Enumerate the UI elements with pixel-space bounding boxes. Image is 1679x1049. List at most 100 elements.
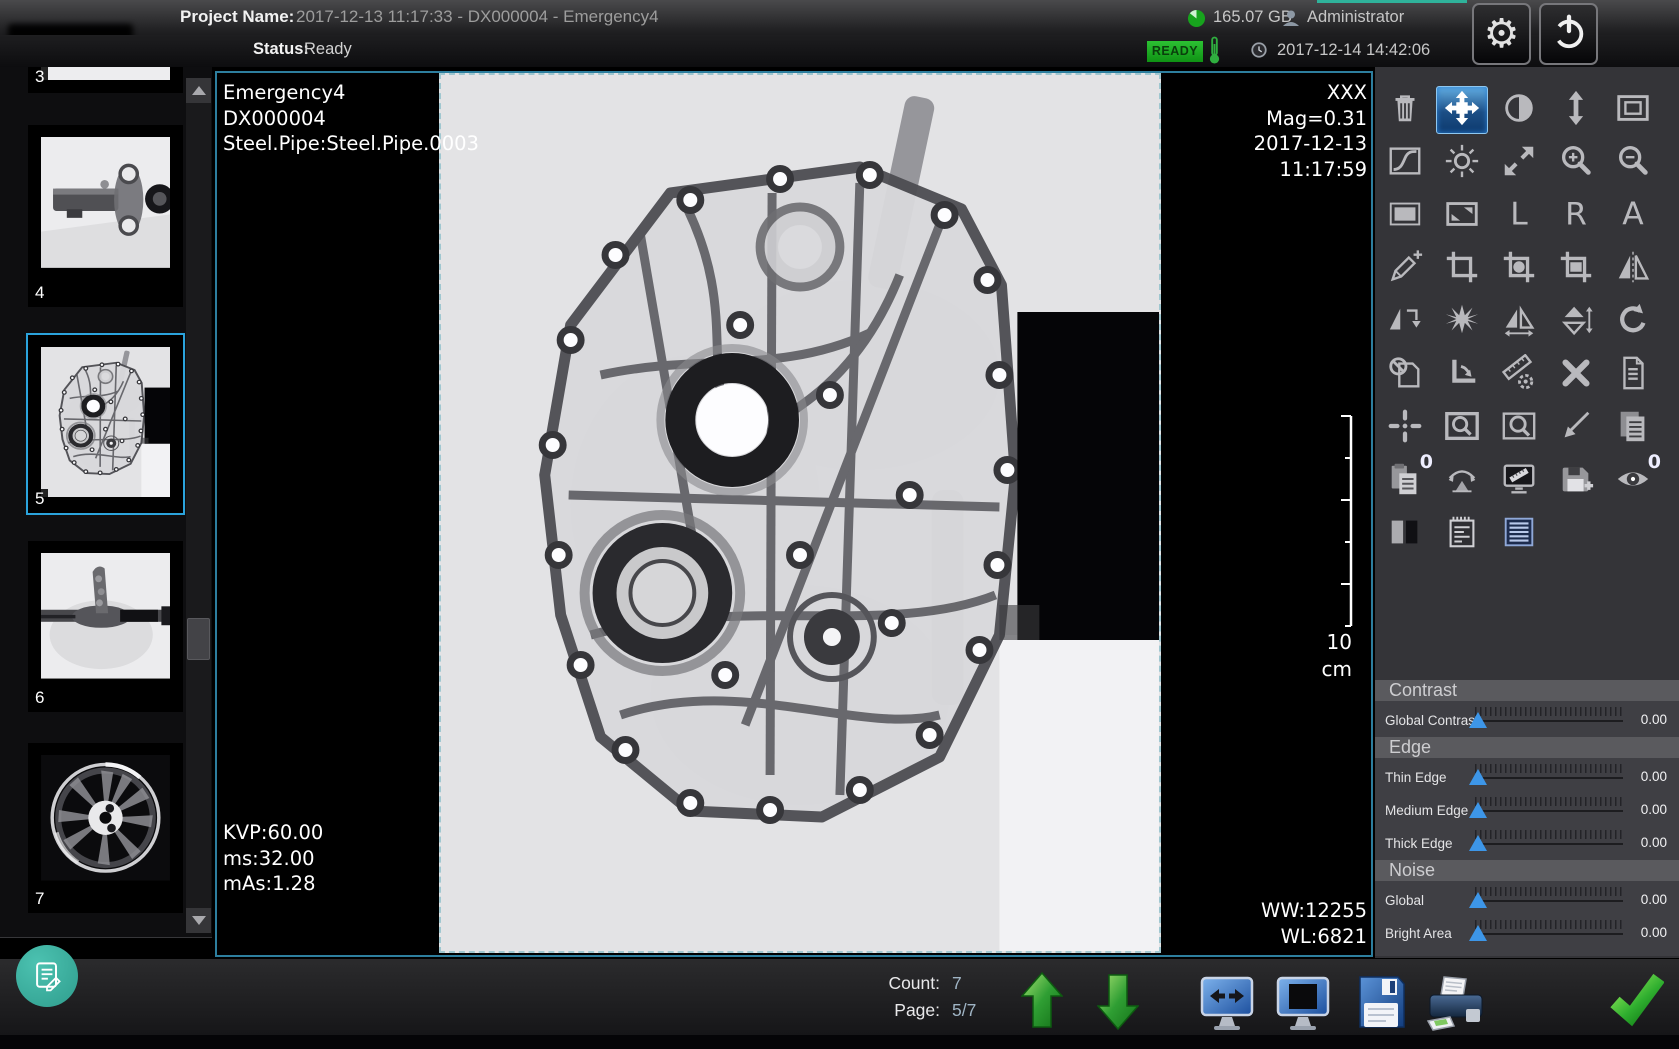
- rect-scale-button[interactable]: [1436, 192, 1488, 240]
- contrast-invert-button[interactable]: [1493, 86, 1545, 134]
- accent-line: [1317, 0, 1467, 3]
- scroll-up-button[interactable]: [186, 78, 211, 103]
- scrollbar-thumb[interactable]: [187, 618, 210, 660]
- thumbnail-5-number: 5: [31, 489, 48, 509]
- zoom-in-button[interactable]: [1550, 139, 1602, 187]
- fit-to-window-icon: [1500, 142, 1538, 185]
- user-name: Administrator: [1307, 8, 1404, 27]
- marker-A-button[interactable]: A: [1607, 192, 1659, 240]
- monitor-calibrate-button[interactable]: [1493, 457, 1545, 505]
- scroll-down-button[interactable]: [186, 908, 211, 933]
- datetime-value: 2017-12-14 14:42:06: [1277, 41, 1430, 60]
- image-list-button[interactable]: [1493, 510, 1545, 558]
- slider-value: 0.00: [1641, 769, 1667, 784]
- slider-thumb[interactable]: [1469, 769, 1487, 785]
- brightness-button[interactable]: [1436, 139, 1488, 187]
- slider-track[interactable]: [1475, 777, 1623, 779]
- page-label: Page:: [840, 1000, 940, 1021]
- rotate-image-button[interactable]: [1436, 351, 1488, 399]
- slider-row: Global Contrast0.00: [1375, 704, 1679, 737]
- gray-swatch-button[interactable]: [1379, 510, 1431, 558]
- thumbnail-6[interactable]: 6: [28, 541, 183, 712]
- section-header-noise: Noise: [1375, 860, 1679, 881]
- settings-button[interactable]: ⚙: [1472, 3, 1531, 65]
- slider-thumb[interactable]: [1469, 835, 1487, 851]
- enhance-star-button[interactable]: [1436, 298, 1488, 346]
- slider-ticks: [1475, 920, 1623, 929]
- fit-to-window-button[interactable]: [1493, 139, 1545, 187]
- green-check-icon: [1606, 969, 1664, 1029]
- previous-image-button[interactable]: [1021, 971, 1063, 1034]
- notes-button[interactable]: [16, 945, 78, 1007]
- search-magnifier-button[interactable]: [1493, 404, 1545, 452]
- mirror-horizontal-icon: [1500, 301, 1538, 344]
- save-image-as-button[interactable]: [1550, 457, 1602, 505]
- printer-icon: [1426, 975, 1486, 1031]
- stretch-vertical-button[interactable]: [1550, 86, 1602, 134]
- thumbnail-scrollbar[interactable]: [186, 78, 211, 933]
- pan-button[interactable]: [1436, 86, 1488, 134]
- compare-screens-button[interactable]: [1200, 976, 1254, 1037]
- roi-magnifier-button[interactable]: [1436, 404, 1488, 452]
- delete-annotations-button[interactable]: [1550, 351, 1602, 399]
- thumbnail-sidebar: 3 4 5: [0, 67, 212, 938]
- geometry-correction-button[interactable]: [1436, 457, 1488, 505]
- arrow-annotation-icon: [1557, 407, 1595, 450]
- undo-button[interactable]: [1607, 298, 1659, 346]
- thumbnail-7-number: 7: [31, 889, 48, 909]
- border-frame-button[interactable]: [1607, 86, 1659, 134]
- single-screen-button[interactable]: [1276, 976, 1330, 1037]
- print-button[interactable]: [1426, 975, 1486, 1036]
- notepad-button[interactable]: [1436, 510, 1488, 558]
- thumbnail-5-selected[interactable]: 5: [28, 335, 183, 513]
- lut-curve-button[interactable]: [1379, 139, 1431, 187]
- annotate-pencil-button[interactable]: [1379, 245, 1431, 293]
- overlay-line: KVP:60.00: [223, 820, 323, 846]
- mirror-vertical-button[interactable]: [1550, 298, 1602, 346]
- image-viewport[interactable]: Emergency4 DX000004 Steel.Pipe:Steel.Pip…: [215, 71, 1373, 957]
- crop-rect-button[interactable]: [1550, 245, 1602, 293]
- slider-thumb[interactable]: [1469, 925, 1487, 941]
- status-label: Status:: [253, 40, 309, 59]
- save-button[interactable]: [1356, 973, 1406, 1036]
- delete-image-button[interactable]: [1379, 86, 1431, 134]
- confirm-button[interactable]: [1606, 969, 1664, 1034]
- rect-solid-button[interactable]: [1379, 192, 1431, 240]
- thumbnail-4[interactable]: 4: [28, 125, 183, 307]
- slider-track[interactable]: [1475, 933, 1623, 935]
- slider-thumb[interactable]: [1469, 712, 1487, 728]
- center-cross-button[interactable]: [1379, 404, 1431, 452]
- calibrate-measure-button[interactable]: [1493, 351, 1545, 399]
- calibrate-measure-icon: [1500, 354, 1538, 397]
- crop-ellipse-button[interactable]: [1493, 245, 1545, 293]
- marker-R-button[interactable]: R: [1550, 192, 1602, 240]
- thumbnail-7[interactable]: 7: [28, 743, 183, 913]
- thumbnail-3[interactable]: 3: [28, 67, 183, 93]
- marker-L-button[interactable]: L: [1493, 192, 1545, 240]
- arrow-annotation-button[interactable]: [1550, 404, 1602, 452]
- flip-copy-button[interactable]: [1379, 298, 1431, 346]
- discard-image-button[interactable]: [1379, 351, 1431, 399]
- slider-ticks: [1475, 707, 1623, 716]
- report-document-button[interactable]: [1607, 351, 1659, 399]
- mirror-horizontal-button[interactable]: [1493, 298, 1545, 346]
- annotate-pencil-icon: [1386, 248, 1424, 291]
- mirror-copy-button[interactable]: [1607, 245, 1659, 293]
- slider-track[interactable]: [1475, 843, 1623, 845]
- crop-button[interactable]: [1436, 245, 1488, 293]
- slider-thumb[interactable]: [1469, 802, 1487, 818]
- xray-image[interactable]: [439, 73, 1161, 953]
- paste-annotations-button[interactable]: 0: [1379, 457, 1431, 505]
- slider-track[interactable]: [1475, 900, 1623, 902]
- slider-track[interactable]: [1475, 810, 1623, 812]
- slider-thumb[interactable]: [1469, 892, 1487, 908]
- slider-track[interactable]: [1475, 720, 1623, 722]
- power-button[interactable]: [1539, 3, 1598, 65]
- disk-usage-pie-icon: [1187, 9, 1206, 28]
- preview-eye-button[interactable]: 0: [1607, 457, 1659, 505]
- copy-list-button[interactable]: [1607, 404, 1659, 452]
- count-value: 7: [952, 973, 962, 994]
- zoom-out-button[interactable]: [1607, 139, 1659, 187]
- next-image-button[interactable]: [1097, 973, 1139, 1036]
- thumbnail-5-image: [41, 347, 170, 497]
